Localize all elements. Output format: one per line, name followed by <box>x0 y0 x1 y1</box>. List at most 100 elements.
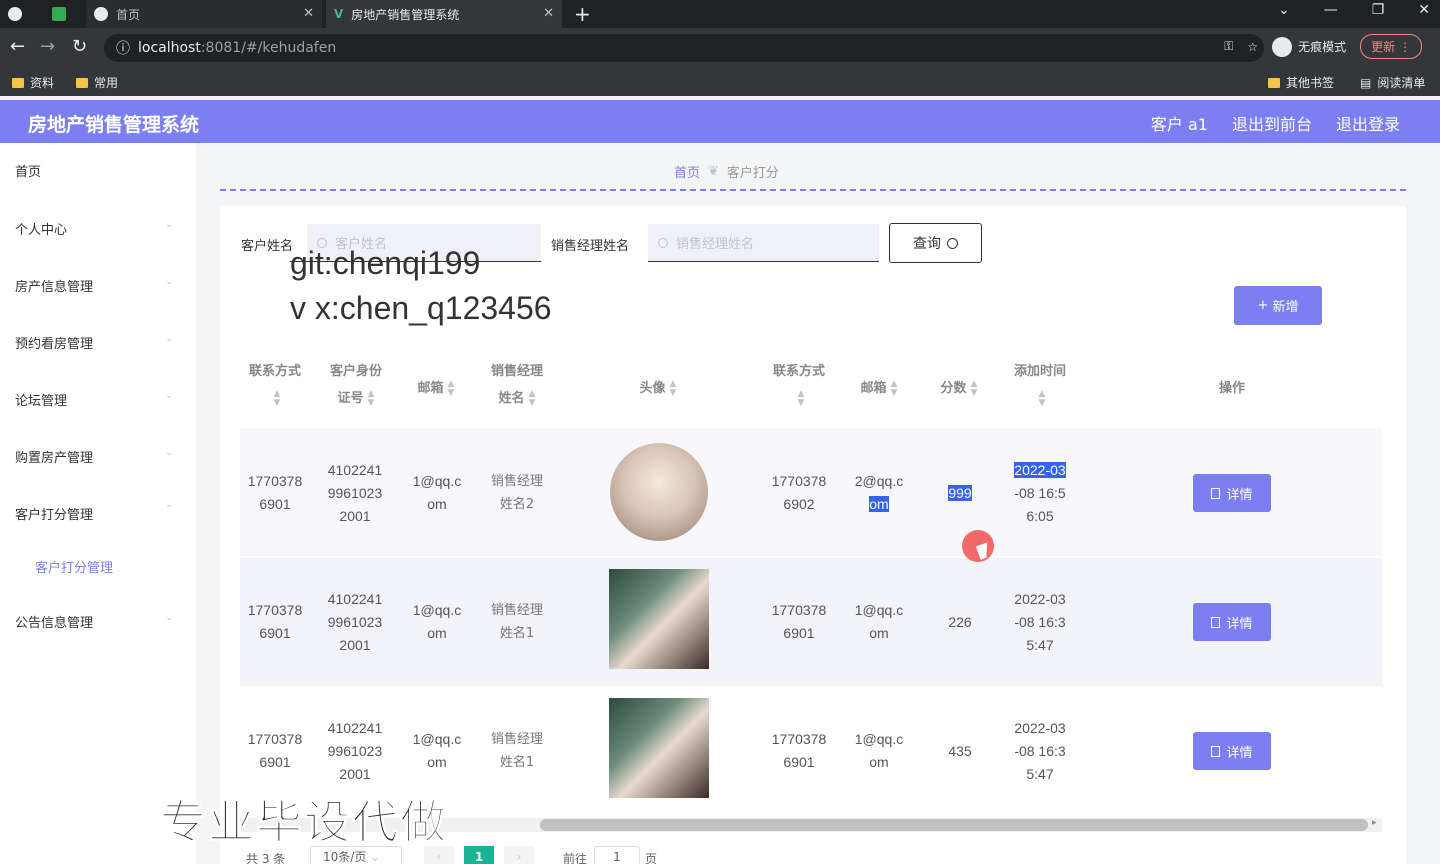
reload-button[interactable]: ↻ <box>72 36 87 57</box>
key-icon[interactable]: ⚿ <box>1224 39 1233 54</box>
column-header-label: 分数 <box>940 381 967 396</box>
chevron-down-icon: ⌄ <box>165 276 174 287</box>
manager-name-input[interactable]: 销售经理姓名 <box>648 224 879 262</box>
bookmark-label: 阅读清单 <box>1377 76 1426 90</box>
update-button[interactable]: 更新 ⋮ <box>1360 34 1422 59</box>
sort-icon[interactable]: ▲ ▼ <box>670 379 677 398</box>
divider <box>220 189 1406 191</box>
column-header-score[interactable]: 分数 ▲ ▼ <box>924 375 994 402</box>
cell-line: 1770378 <box>771 602 827 618</box>
breadcrumb-home[interactable]: 首页 <box>674 162 700 181</box>
avatar-image <box>609 698 709 798</box>
back-button[interactable]: ← <box>10 36 25 57</box>
cell-email: 1@qq.c om <box>402 728 472 774</box>
cell-manager: 销售经理 姓名1 <box>480 599 554 645</box>
reading-list[interactable]: ▤ 阅读清单 <box>1360 74 1425 91</box>
sidebar-item-viewing[interactable]: 预约看房管理 ⌄ <box>15 333 173 352</box>
sidebar-item-profile[interactable]: 个人中心 ⌄ <box>15 219 173 238</box>
detail-button[interactable]: 详情 <box>1193 474 1271 512</box>
tab-pinned-1[interactable] <box>0 0 44 28</box>
restore-button[interactable]: ❐ <box>1372 2 1385 18</box>
document-icon <box>1211 745 1221 757</box>
sidebar-item-home[interactable]: 首页 <box>15 161 41 180</box>
goto-page-input[interactable]: 1 <box>594 846 640 864</box>
sidebar-item-rating[interactable]: 客户打分管理 ⌃ <box>15 504 173 523</box>
tab-pinned-2[interactable] <box>44 0 84 28</box>
column-header-email[interactable]: 邮箱 ▲ ▼ <box>400 375 472 402</box>
sidebar-item-label: 预约看房管理 <box>15 337 94 352</box>
sort-icon[interactable]: ▲ ▼ <box>891 379 898 398</box>
bookmark-folder-other[interactable]: 其他书签 <box>1268 74 1334 91</box>
cell-phone: 1770378 6901 <box>240 728 310 774</box>
sidebar-subitem-rating[interactable]: 客户打分管理 <box>35 557 113 576</box>
column-header-idcard[interactable]: 客户身份 证号 ▲ ▼ <box>320 358 392 412</box>
bookmark-folder[interactable]: 资料 <box>12 74 54 91</box>
chevron-down-icon: ⌄ <box>165 612 174 623</box>
cell-line: 销售经理 <box>490 732 543 747</box>
sidebar-item-forum[interactable]: 论坛管理 ⌄ <box>15 390 173 409</box>
bookmarks-bar: 资料 常用 其他书签 ▤ 阅读清单 <box>0 68 1440 96</box>
column-header-phone[interactable]: 联系方式 ▲ ▼ <box>244 358 306 412</box>
sort-icon[interactable]: ▲ ▼ <box>529 389 536 408</box>
close-icon[interactable]: ✕ <box>543 6 554 21</box>
cell-line: 9961023 <box>327 614 383 630</box>
cell-line: 6901 <box>259 625 291 641</box>
tab-active[interactable]: V 房地产销售管理系统 ✕ <box>326 0 562 28</box>
logout-link[interactable]: 退出登录 <box>1336 111 1400 135</box>
sort-icon[interactable]: ▲ ▼ <box>1039 389 1046 408</box>
scroll-right-icon[interactable]: ▸ <box>1372 818 1377 828</box>
column-header-time[interactable]: 添加时间 ▲ ▼ <box>1004 358 1076 412</box>
sidebar-item-purchase[interactable]: 购置房产管理 ⌄ <box>15 447 173 466</box>
query-button[interactable]: 查询 <box>889 223 982 263</box>
detail-button[interactable]: 详情 <box>1193 732 1271 770</box>
sidebar-item-label: 公告信息管理 <box>15 616 94 631</box>
sort-icon[interactable]: ▲ ▼ <box>971 379 978 398</box>
page-number-current[interactable]: 1 <box>464 846 494 864</box>
sidebar-item-property[interactable]: 房产信息管理 ⌄ <box>15 276 173 295</box>
new-tab-button[interactable]: + <box>574 2 591 26</box>
cell-line: 5:47 <box>1026 766 1054 782</box>
close-icon[interactable]: ✕ <box>303 6 314 21</box>
url-input[interactable]: ⓘ localhost:8081/#/kehudafen <box>104 34 1264 62</box>
column-header-phone2[interactable]: 联系方式 ▲ ▼ <box>764 358 834 412</box>
incognito-indicator[interactable]: 无痕模式 <box>1272 36 1346 57</box>
column-header-avatar[interactable]: 头像 ▲ ▼ <box>608 375 708 402</box>
info-icon[interactable]: ⓘ <box>116 38 130 58</box>
tab-home[interactable]: 首页 ✕ <box>86 0 322 28</box>
column-header-label: 添加时间 <box>1013 364 1066 379</box>
goto-label: 前往 <box>563 852 588 864</box>
cell-phone2: 1770378 6901 <box>764 599 834 645</box>
bookmark-folder[interactable]: 常用 <box>76 74 118 91</box>
sort-icon[interactable]: ▲ ▼ <box>798 389 805 408</box>
minimize-button[interactable]: — <box>1324 2 1338 18</box>
add-button[interactable]: + 新增 <box>1234 286 1322 325</box>
add-label: 新增 <box>1272 300 1299 315</box>
prev-page-button[interactable]: ‹ <box>424 846 454 864</box>
column-header-label: 操作 <box>1218 381 1245 396</box>
forward-button[interactable]: → <box>40 36 55 57</box>
to-front-link[interactable]: 退出到前台 <box>1232 111 1312 135</box>
cell-line: 1770378 <box>247 602 303 618</box>
sidebar-item-notice[interactable]: 公告信息管理 ⌄ <box>15 612 173 631</box>
cell-line: -08 16:3 <box>1014 614 1066 630</box>
cell-email2: 1@qq.c om <box>846 599 912 645</box>
star-icon[interactable]: ☆ <box>1247 40 1258 54</box>
current-user: 客户 a1 <box>1150 115 1208 134</box>
sort-icon[interactable]: ▲ ▼ <box>274 389 281 408</box>
address-bar: ← → ↻ ⓘ localhost:8081/#/kehudafen ⚿ ☆ 无… <box>0 28 1440 68</box>
chevron-down-icon[interactable]: ⌄ <box>1278 2 1290 18</box>
scrollbar-thumb[interactable] <box>540 819 1368 831</box>
sort-icon[interactable]: ▲ ▼ <box>368 389 375 408</box>
detail-button[interactable]: 详情 <box>1193 603 1271 641</box>
sort-icon[interactable]: ▲ ▼ <box>448 379 455 398</box>
folder-icon <box>12 77 24 88</box>
cell-phone: 1770378 6901 <box>240 599 310 645</box>
document-icon <box>1211 487 1221 499</box>
next-page-button[interactable]: › <box>504 846 534 864</box>
cell-line: 姓名2 <box>499 497 535 512</box>
page-size-select[interactable]: 10条/页 ⌄ <box>310 846 402 864</box>
column-header-manager[interactable]: 销售经理 姓名 ▲ ▼ <box>480 358 554 412</box>
cell-line: 6901 <box>783 625 815 641</box>
close-window-button[interactable]: ✕ <box>1418 2 1430 18</box>
column-header-email2[interactable]: 邮箱 ▲ ▼ <box>844 375 914 402</box>
